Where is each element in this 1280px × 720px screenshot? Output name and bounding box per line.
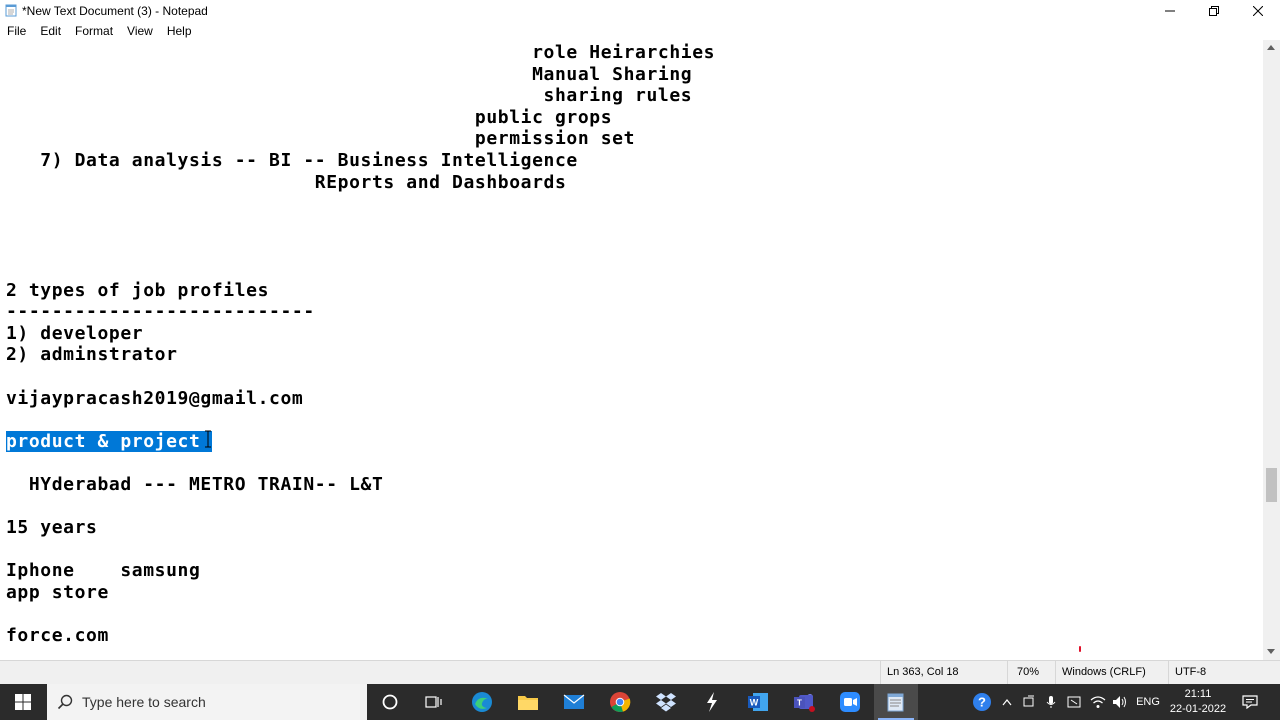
network-button[interactable] — [1088, 684, 1108, 720]
dropbox-button[interactable] — [644, 684, 688, 720]
microphone-button[interactable] — [1042, 684, 1060, 720]
text-line: 7) Data analysis -- BI -- Business Intel… — [6, 150, 578, 171]
red-marker — [1079, 646, 1081, 652]
scrollbar-thumb[interactable] — [1266, 468, 1277, 502]
app-button[interactable] — [690, 684, 734, 720]
text-line: --------------------------- — [6, 301, 315, 323]
help-icon: ? — [973, 693, 991, 711]
text-line: HYderabad --- METRO TRAIN-- L&T — [6, 474, 384, 495]
mail-button[interactable] — [552, 684, 596, 720]
text-editor-area[interactable]: role Heirarchies Manual Sharing sharing … — [0, 40, 1263, 660]
chrome-button[interactable] — [598, 684, 642, 720]
taskbar-search-box[interactable]: Type here to search — [47, 684, 367, 720]
dropbox-icon — [656, 693, 676, 712]
zoom-icon — [840, 692, 860, 712]
language-indicator[interactable]: ENG — [1134, 684, 1162, 720]
text-line: app store — [6, 582, 109, 603]
wifi-icon — [1090, 696, 1106, 708]
text-line: 15 years — [6, 517, 98, 539]
task-view-button[interactable] — [412, 684, 456, 720]
task-view-icon — [425, 696, 442, 708]
tray-app-button[interactable] — [1020, 684, 1038, 720]
taskbar: Type here to search W T ? ENG 21:11 22-0… — [0, 684, 1280, 720]
menu-help[interactable]: Help — [160, 22, 199, 40]
selected-text-line: product & project — [6, 430, 212, 452]
help-tray-button[interactable]: ? — [970, 684, 994, 720]
close-button[interactable] — [1236, 0, 1280, 22]
selected-text: product & project — [6, 430, 212, 452]
text-line: Manual Sharing — [6, 63, 693, 85]
zoom-level: 70% — [1007, 661, 1055, 684]
scroll-up-arrow-icon[interactable] — [1267, 45, 1275, 50]
minimize-icon — [1165, 10, 1175, 12]
scroll-down-arrow-icon[interactable] — [1267, 649, 1275, 654]
text-line: Iphone samsung — [6, 560, 201, 582]
chevron-up-icon — [1002, 699, 1012, 706]
clock-date: 22-01-2022 — [1169, 703, 1227, 715]
screen-icon — [1067, 696, 1081, 708]
word-button[interactable]: W — [736, 684, 780, 720]
search-icon — [57, 694, 73, 710]
cursor-position: Ln 363, Col 18 — [880, 661, 1007, 684]
bolt-icon — [707, 692, 717, 712]
edge-icon — [472, 692, 492, 712]
menu-format[interactable]: Format — [68, 22, 120, 40]
text-line: REports and Dashboards — [6, 171, 567, 193]
start-button[interactable] — [0, 684, 46, 720]
notepad-icon — [887, 693, 904, 712]
zoom-button[interactable] — [828, 684, 872, 720]
text-line: public grops — [6, 106, 613, 128]
text-cursor-icon — [205, 430, 211, 448]
edge-button[interactable] — [460, 684, 504, 720]
notepad-taskbar-button[interactable] — [874, 684, 918, 720]
text-line: 2 types of job profiles — [6, 279, 270, 301]
microphone-icon — [1046, 696, 1056, 708]
rotate-icon — [1023, 695, 1034, 707]
folder-icon — [518, 696, 538, 710]
menu-bar: File Edit Format View Help — [0, 22, 1280, 40]
teams-button[interactable]: T — [782, 684, 826, 720]
encoding: UTF-8 — [1168, 661, 1280, 684]
window-title: *New Text Document (3) - Notepad — [22, 4, 208, 18]
title-bar: *New Text Document (3) - Notepad — [0, 0, 1280, 22]
clock[interactable]: 21:11 22-01-2022 — [1168, 687, 1228, 717]
windows-logo-icon — [15, 694, 31, 710]
notifications-button[interactable] — [1236, 684, 1264, 720]
text-line: sharing rules — [6, 85, 693, 107]
menu-file[interactable]: File — [0, 22, 33, 40]
show-hidden-icons-button[interactable] — [998, 684, 1016, 720]
menu-edit[interactable]: Edit — [33, 22, 68, 40]
svg-text:T: T — [797, 699, 802, 708]
notepad-app-icon — [5, 4, 17, 17]
line-ending: Windows (CRLF) — [1055, 661, 1168, 684]
restore-button[interactable] — [1192, 0, 1236, 22]
status-bar: Ln 363, Col 18 70% Windows (CRLF) UTF-8 — [0, 660, 1280, 684]
search-placeholder: Type here to search — [82, 694, 206, 710]
text-line: 1) developer — [6, 322, 144, 344]
cortana-icon — [382, 694, 398, 710]
cortana-button[interactable] — [368, 684, 412, 720]
mail-icon — [563, 694, 585, 709]
text-line: 2) adminstrator — [6, 344, 178, 366]
word-icon: W — [748, 693, 768, 711]
text-line: permission set — [6, 128, 636, 150]
text-line: force.com — [6, 625, 109, 647]
svg-text:?: ? — [978, 695, 986, 710]
notification-icon — [1242, 695, 1258, 709]
chrome-icon — [610, 692, 631, 713]
text-line: role Heirarchies — [6, 42, 716, 63]
restore-icon — [1209, 6, 1219, 16]
volume-button[interactable] — [1110, 684, 1130, 720]
vertical-scrollbar[interactable] — [1263, 40, 1280, 660]
close-icon — [1253, 6, 1263, 16]
file-explorer-button[interactable] — [506, 684, 550, 720]
menu-view[interactable]: View — [120, 22, 160, 40]
minimize-button[interactable] — [1148, 0, 1192, 22]
screen-button[interactable] — [1064, 684, 1084, 720]
text-line: vijaypracash2019@gmail.com — [6, 387, 304, 409]
clock-time: 21:11 — [1184, 688, 1212, 700]
teams-icon: T — [794, 694, 815, 712]
volume-icon — [1113, 696, 1126, 708]
svg-text:W: W — [750, 698, 759, 708]
